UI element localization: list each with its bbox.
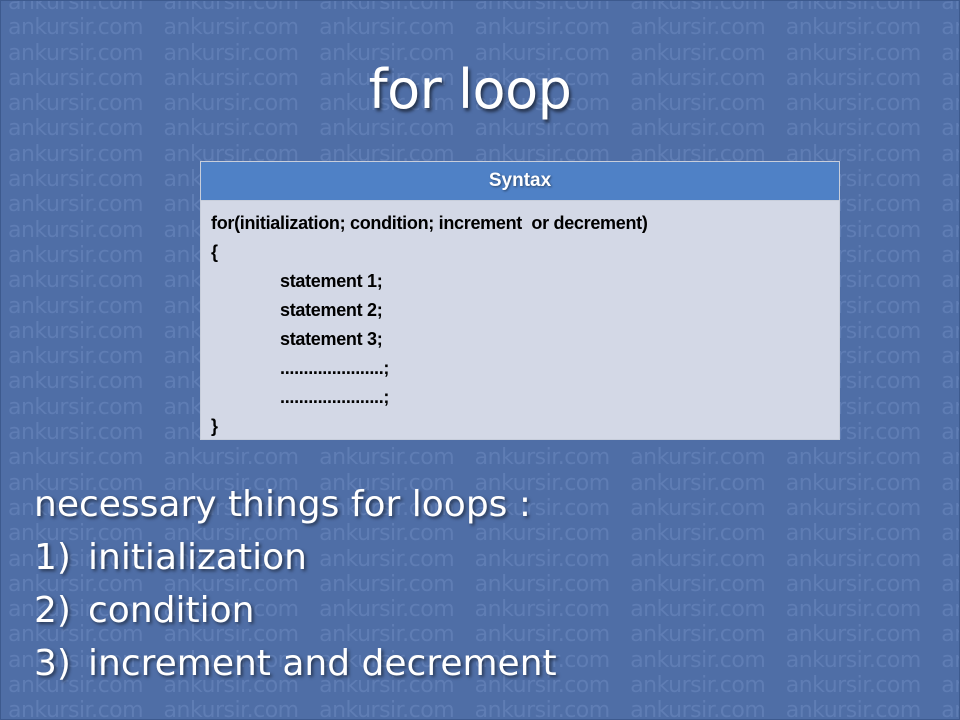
- code-line-ellipsis-1: ......................;: [280, 358, 390, 378]
- syntax-body: for(initialization; condition; increment…: [201, 201, 839, 441]
- code-line-for: for(initialization; condition; increment…: [211, 213, 648, 233]
- list-item: 2) condition: [34, 584, 557, 637]
- code-line-ellipsis-2: ......................;: [280, 387, 390, 407]
- code-line-statement-2: statement 2;: [280, 300, 383, 320]
- code-line-statement-3: statement 3;: [280, 329, 383, 349]
- watermark-row: ankursir.com ankursir.com ankursir.com a…: [8, 15, 960, 41]
- slide: ankursir.com ankursir.com ankursir.com a…: [0, 0, 960, 720]
- slide-title: for loop: [368, 58, 572, 121]
- list-item-text: increment and decrement: [88, 643, 557, 684]
- list-item-text: initialization: [88, 537, 307, 578]
- list-item-number: 3): [34, 643, 71, 684]
- list-item-text: condition: [88, 590, 255, 631]
- syntax-header: Syntax: [201, 162, 839, 201]
- list-item: 1) initialization: [34, 531, 557, 584]
- watermark-row: ankursir.com ankursir.com ankursir.com a…: [8, 0, 960, 15]
- syntax-box: Syntax for(initialization; condition; in…: [200, 161, 840, 440]
- list-item-number: 1): [34, 537, 71, 578]
- list-item: 3) increment and decrement: [34, 637, 557, 690]
- watermark-row: ankursir.com ankursir.com ankursir.com a…: [8, 698, 960, 720]
- list-item-number: 2): [34, 590, 71, 631]
- requirements-heading: necessary things for loops :: [34, 484, 532, 525]
- loop-requirements: necessary things for loops : 1) initializ…: [34, 478, 557, 690]
- code-line-statement-1: statement 1;: [280, 271, 383, 291]
- code-line-close-brace: }: [211, 416, 218, 436]
- code-line-open-brace: {: [211, 242, 218, 262]
- watermark-row: ankursir.com ankursir.com ankursir.com a…: [8, 445, 960, 471]
